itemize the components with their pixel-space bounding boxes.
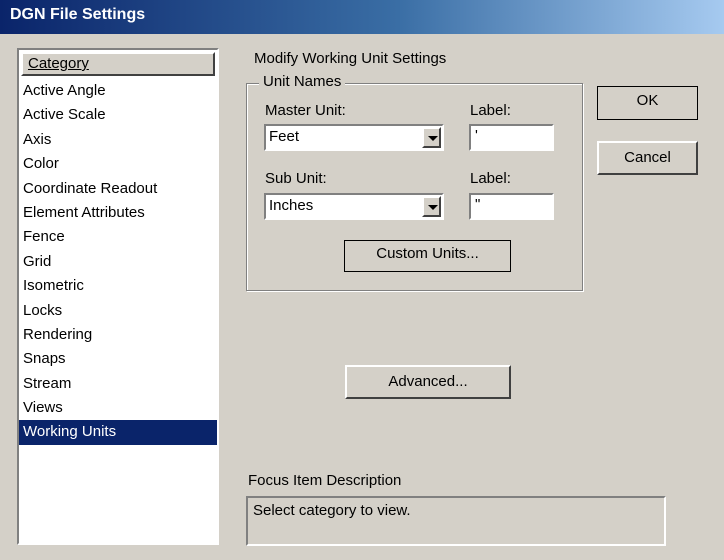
chevron-down-icon[interactable] bbox=[422, 127, 441, 148]
ok-label: OK bbox=[636, 92, 659, 109]
advanced-label: Advanced... bbox=[388, 373, 468, 390]
panel-heading: Modify Working Unit Settings bbox=[254, 50, 447, 67]
category-header-label: Category bbox=[28, 55, 89, 72]
category-items: Active Angle Active Scale Axis Color Coo… bbox=[19, 79, 217, 445]
master-label-caption: Label: bbox=[470, 102, 511, 119]
sub-unit-value: Inches bbox=[269, 197, 314, 214]
sub-label-value: " bbox=[475, 196, 481, 213]
cancel-button[interactable]: Cancel bbox=[597, 141, 698, 175]
list-item-stream[interactable]: Stream bbox=[19, 372, 217, 396]
master-unit-dropdown[interactable]: Feet bbox=[264, 124, 444, 151]
list-item-axis[interactable]: Axis bbox=[19, 128, 217, 152]
unit-names-legend: Unit Names bbox=[259, 73, 346, 90]
focus-description-label: Focus Item Description bbox=[248, 472, 402, 489]
list-item-locks[interactable]: Locks bbox=[19, 299, 217, 323]
list-item-views[interactable]: Views bbox=[19, 396, 217, 420]
list-item-grid[interactable]: Grid bbox=[19, 250, 217, 274]
master-label-value: ' bbox=[475, 127, 478, 144]
sub-unit-dropdown[interactable]: Inches bbox=[264, 193, 444, 220]
category-listbox[interactable]: Category Active Angle Active Scale Axis … bbox=[17, 48, 219, 545]
list-item-color[interactable]: Color bbox=[19, 152, 217, 176]
list-item-working-units[interactable]: Working Units bbox=[19, 420, 217, 445]
list-item-fence[interactable]: Fence bbox=[19, 225, 217, 249]
list-item-element-attributes[interactable]: Element Attributes bbox=[19, 201, 217, 225]
cancel-label: Cancel bbox=[624, 149, 671, 166]
custom-units-label: Custom Units... bbox=[376, 245, 479, 262]
focus-description-text: Select category to view. bbox=[253, 502, 411, 519]
window-title: DGN File Settings bbox=[10, 6, 146, 23]
master-unit-value: Feet bbox=[269, 128, 300, 145]
sub-label-caption: Label: bbox=[470, 170, 511, 187]
master-label-field[interactable]: ' bbox=[469, 124, 554, 151]
list-item-active-scale[interactable]: Active Scale bbox=[19, 103, 217, 127]
list-item-rendering[interactable]: Rendering bbox=[19, 323, 217, 347]
list-item-isometric[interactable]: Isometric bbox=[19, 274, 217, 298]
focus-description-box: Select category to view. bbox=[246, 496, 666, 546]
category-header[interactable]: Category bbox=[21, 52, 215, 76]
ok-button[interactable]: OK bbox=[597, 86, 698, 120]
advanced-button[interactable]: Advanced... bbox=[345, 365, 511, 399]
list-item-coordinate-readout[interactable]: Coordinate Readout bbox=[19, 177, 217, 201]
custom-units-button[interactable]: Custom Units... bbox=[344, 240, 511, 272]
list-item-snaps[interactable]: Snaps bbox=[19, 347, 217, 371]
list-item-active-angle[interactable]: Active Angle bbox=[19, 79, 217, 103]
master-unit-label: Master Unit: bbox=[265, 102, 346, 119]
sub-unit-label: Sub Unit: bbox=[265, 170, 327, 187]
sub-label-field[interactable]: " bbox=[469, 193, 554, 220]
chevron-down-icon[interactable] bbox=[422, 196, 441, 217]
title-bar: DGN File Settings bbox=[0, 0, 724, 34]
